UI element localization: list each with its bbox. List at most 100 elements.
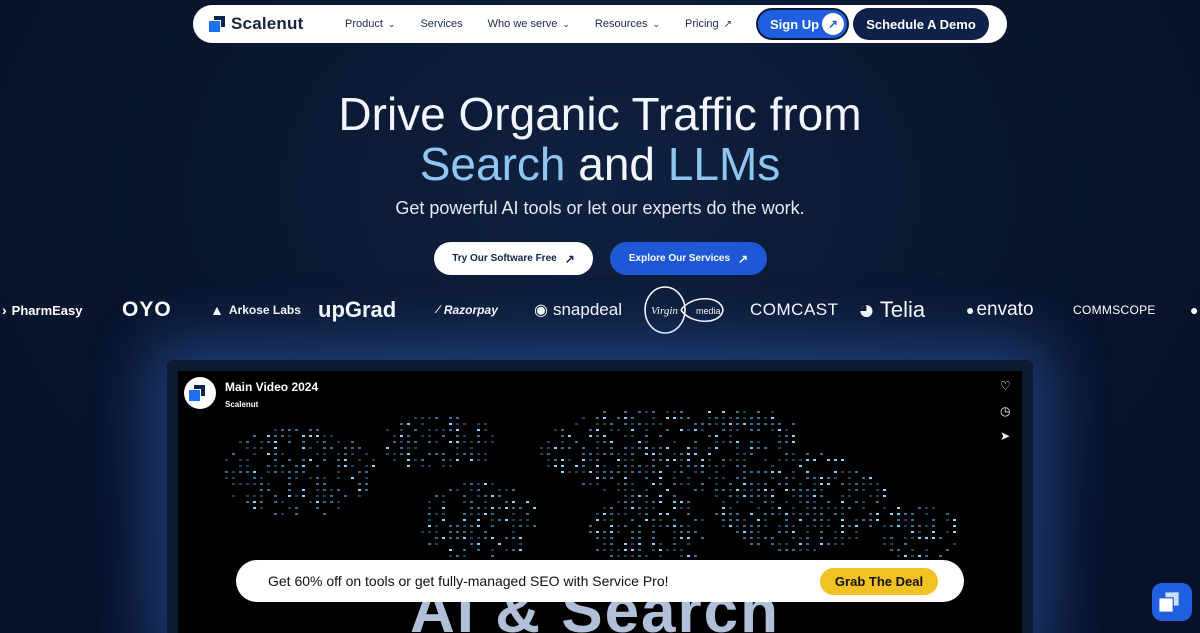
map-dot	[414, 447, 417, 449]
map-dot	[253, 477, 256, 479]
map-dot	[820, 543, 823, 545]
map-dot	[659, 519, 662, 521]
map-dot	[260, 447, 263, 449]
map-dot	[246, 495, 249, 497]
map-dot	[260, 501, 263, 503]
map-dot	[274, 495, 277, 497]
map-dot	[771, 513, 774, 515]
map-dot	[477, 441, 480, 443]
map-dot	[603, 519, 606, 521]
map-dot	[267, 483, 270, 485]
map-dot	[344, 459, 347, 461]
map-dot	[295, 507, 298, 509]
map-dot	[673, 549, 676, 551]
chevron-down-icon: ⌄	[387, 18, 396, 29]
map-dot	[743, 537, 746, 539]
menu-item-resources[interactable]: Resources ⌄	[595, 18, 660, 30]
map-dot	[505, 549, 508, 551]
map-dot	[596, 531, 599, 533]
map-dot	[673, 417, 676, 419]
map-dot	[701, 489, 704, 491]
map-dot	[386, 453, 389, 455]
video-title[interactable]: Main Video 2024	[225, 380, 318, 394]
chevron-down-icon: ⌄	[562, 18, 570, 29]
explore-services-button[interactable]: Explore Our Services ↗	[610, 242, 767, 275]
map-dot	[862, 483, 865, 485]
map-dot	[365, 489, 368, 491]
chat-widget-button[interactable]	[1152, 583, 1192, 621]
map-dot	[428, 417, 431, 419]
map-dot	[953, 525, 956, 527]
map-dot	[841, 519, 844, 521]
map-dot	[631, 459, 634, 461]
map-dot	[631, 495, 634, 497]
map-dot	[939, 555, 942, 557]
heart-icon[interactable]: ♡	[1000, 379, 1011, 393]
map-dot	[316, 483, 319, 485]
sign-up-button[interactable]: Sign Up ↗	[756, 8, 849, 40]
menu-item-services[interactable]: Services	[420, 18, 462, 30]
map-dot	[750, 501, 753, 503]
map-dot	[673, 477, 676, 479]
map-dot	[274, 513, 277, 515]
logo-mark-icon	[209, 16, 225, 32]
map-dot	[631, 549, 634, 551]
map-dot	[694, 447, 697, 449]
map-dot	[624, 459, 627, 461]
map-dot	[715, 435, 718, 437]
map-dot	[764, 489, 767, 491]
map-dot	[785, 429, 788, 431]
clock-icon[interactable]: ◷	[1000, 404, 1010, 418]
map-dot	[792, 477, 795, 479]
menu-item-pricing[interactable]: Pricing ↗	[685, 18, 732, 30]
menu-item-who-we-serve[interactable]: Who we serve ⌄	[488, 18, 570, 30]
map-dot	[792, 513, 795, 515]
map-dot	[750, 525, 753, 527]
map-dot	[589, 483, 592, 485]
map-dot	[624, 417, 627, 419]
map-dot	[288, 507, 291, 509]
scalenut-logo[interactable]: Scalenut	[209, 14, 329, 34]
map-dot	[743, 453, 746, 455]
share-icon[interactable]: ➤	[1000, 429, 1010, 443]
schedule-demo-button[interactable]: Schedule A Demo	[853, 8, 989, 40]
map-dot	[743, 525, 746, 527]
map-dot	[225, 471, 228, 473]
map-dot	[673, 453, 676, 455]
video-channel[interactable]: Scalenut	[225, 400, 258, 409]
map-dot	[449, 465, 452, 467]
map-dot	[337, 459, 340, 461]
map-dot	[435, 513, 438, 515]
map-dot	[757, 429, 760, 431]
map-dot	[834, 459, 837, 461]
map-dot	[883, 537, 886, 539]
map-dot	[694, 555, 697, 557]
map-dot	[722, 507, 725, 509]
map-dot	[799, 459, 802, 461]
map-dot	[722, 501, 725, 503]
map-dot	[512, 525, 515, 527]
map-dot	[638, 441, 641, 443]
map-dot	[470, 447, 473, 449]
map-dot	[442, 513, 445, 515]
try-software-button[interactable]: Try Our Software Free ↗	[434, 242, 593, 275]
map-dot	[442, 495, 445, 497]
menu-item-product[interactable]: Product ⌄	[345, 18, 395, 30]
map-dot	[750, 447, 753, 449]
map-dot	[666, 429, 669, 431]
map-dot	[610, 543, 613, 545]
channel-avatar[interactable]	[184, 377, 216, 409]
map-dot	[477, 513, 480, 515]
grab-deal-button[interactable]: Grab The Deal	[820, 568, 938, 595]
svg-text:Virgin: Virgin	[651, 305, 678, 317]
map-dot	[694, 519, 697, 521]
map-dot	[547, 447, 550, 449]
map-dot	[792, 441, 795, 443]
map-dot	[344, 453, 347, 455]
map-dot	[442, 435, 445, 437]
map-dot	[764, 417, 767, 419]
map-dot	[463, 531, 466, 533]
map-dot	[701, 471, 704, 473]
map-dot	[897, 525, 900, 527]
map-dot	[897, 519, 900, 521]
